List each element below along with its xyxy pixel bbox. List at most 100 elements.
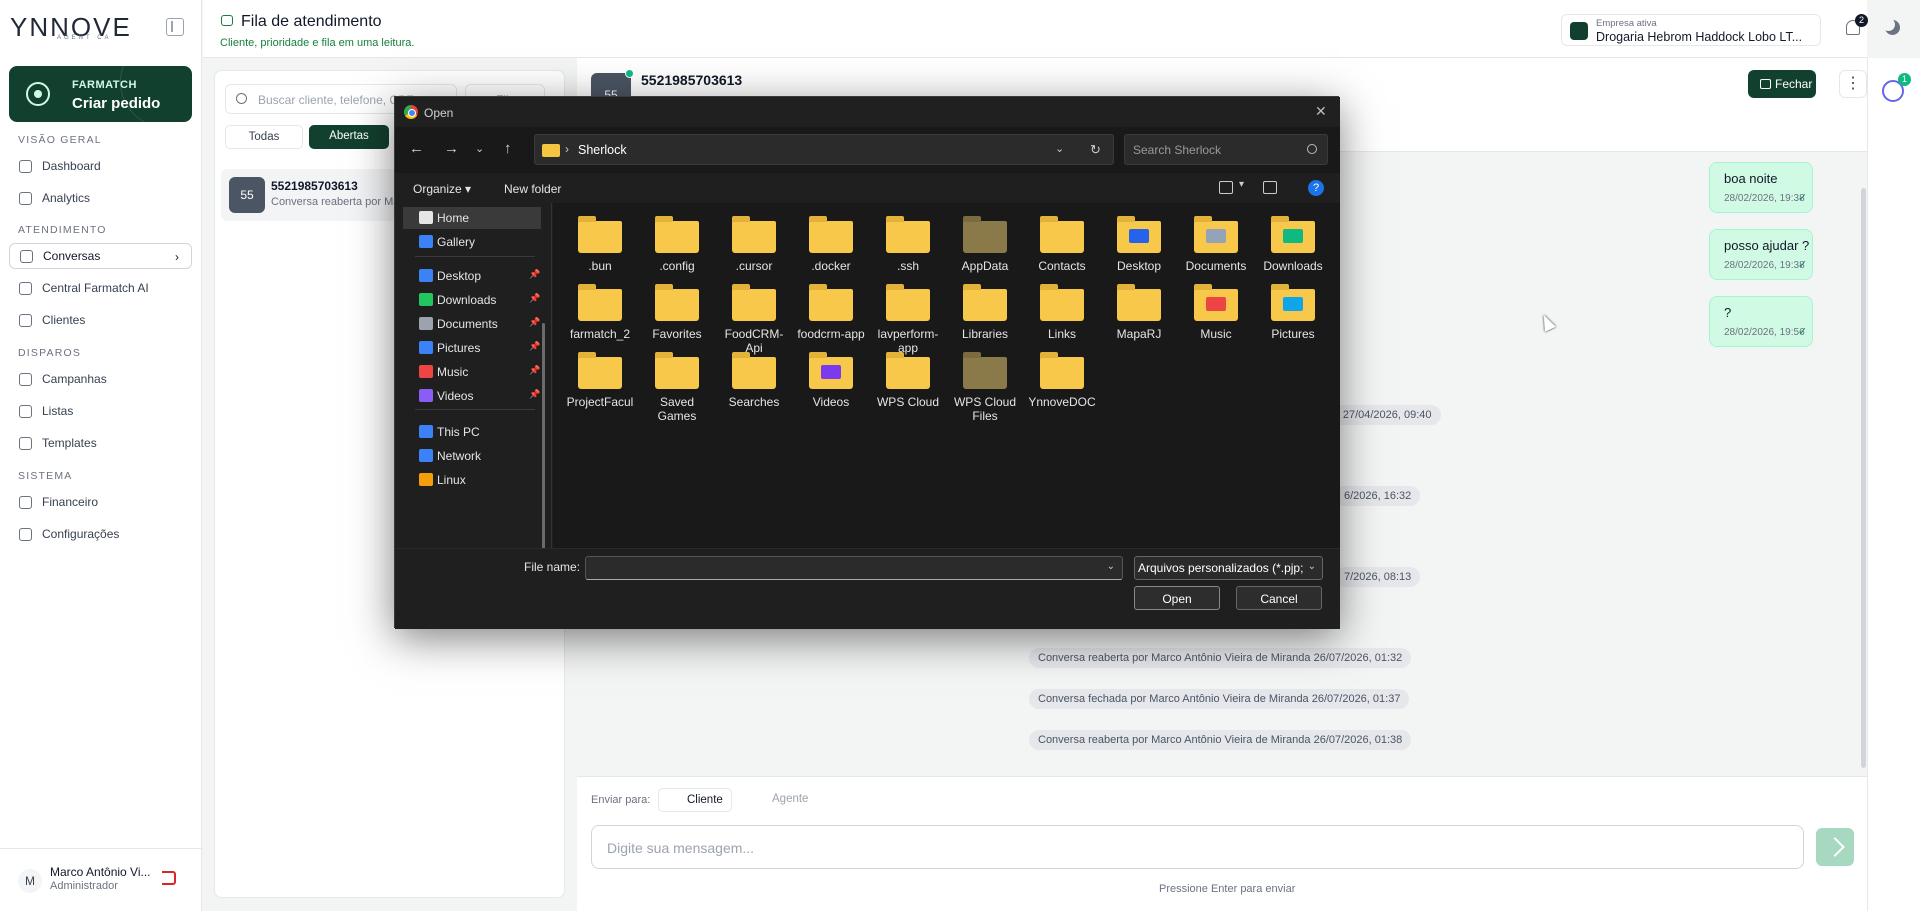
chevron-down-icon[interactable]: ⌄	[1055, 142, 1064, 155]
avatar[interactable]: M	[18, 869, 42, 893]
file-item[interactable]: WPS Cloud	[872, 352, 944, 409]
file-item[interactable]: Desktop	[1103, 216, 1175, 273]
desktop-icon	[419, 269, 433, 282]
sidebar-item-dashboard[interactable]: Dashboard	[9, 153, 192, 179]
preview-pane-icon[interactable]	[1263, 181, 1277, 194]
file-item[interactable]: Libraries	[949, 284, 1021, 341]
dialog-titlebar[interactable]: Open ✕	[395, 97, 1340, 127]
conversation-avatar: 55	[229, 177, 265, 213]
collapse-sidebar-icon[interactable]	[166, 18, 184, 36]
file-item[interactable]: lavperform-app	[872, 284, 944, 355]
file-item[interactable]: .config	[641, 216, 713, 273]
file-type-select[interactable]: Arquivos personalizados (*.pjp; ⌄	[1134, 556, 1323, 580]
search-input[interactable]: Search Sherlock	[1124, 134, 1328, 165]
file-item[interactable]: Music	[1180, 284, 1252, 341]
message-bubble: ? 28/02/2026, 19:56 ✓	[1709, 296, 1813, 347]
view-mode-icon[interactable]	[1219, 181, 1233, 194]
more-options-icon[interactable]: ⋮	[1839, 70, 1867, 98]
sidebar-item-analytics[interactable]: Analytics	[9, 185, 192, 211]
criar-pedido-button[interactable]: FARMATCH Criar pedido	[9, 66, 192, 122]
nav-item-gallery[interactable]: Gallery	[403, 231, 541, 253]
file-item[interactable]: Contacts	[1026, 216, 1098, 273]
back-icon[interactable]: ←	[409, 140, 424, 157]
sidebar-item-templates[interactable]: Templates	[9, 430, 192, 456]
up-icon[interactable]: ↑	[504, 140, 512, 157]
folder-icon	[1271, 216, 1315, 253]
nav-item-music[interactable]: Music 📌	[403, 361, 541, 383]
assistant-badge: 1	[1898, 73, 1911, 86]
file-item[interactable]: .cursor	[718, 216, 790, 273]
file-item[interactable]: foodcrm-app	[795, 284, 867, 341]
nav-item-downloads[interactable]: Downloads 📌	[403, 289, 541, 311]
organize-menu[interactable]: Organize ▾	[413, 182, 471, 196]
send-to-agente-toggle[interactable]: Agente	[744, 788, 814, 812]
folder-icon	[1117, 284, 1161, 321]
file-item[interactable]: Downloads	[1257, 216, 1329, 273]
close-icon[interactable]: ✕	[1315, 103, 1327, 120]
file-item[interactable]: FoodCRM-Api	[718, 284, 790, 355]
folder-icon	[809, 216, 853, 253]
message-input[interactable]: Digite sua mensagem...	[591, 825, 1804, 869]
nav-item-this-pc[interactable]: This PC	[403, 421, 541, 443]
sidebar-item-campanhas[interactable]: Campanhas	[9, 366, 192, 392]
moon-icon[interactable]	[1885, 20, 1900, 35]
file-item[interactable]: YnnoveDOC	[1026, 352, 1098, 409]
file-name: Contacts	[1038, 259, 1086, 273]
file-item[interactable]: .docker	[795, 216, 867, 273]
nav-item-documents[interactable]: Documents 📌	[403, 313, 541, 335]
file-item[interactable]: AppData	[949, 216, 1021, 273]
nav-item-pictures[interactable]: Pictures 📌	[403, 337, 541, 359]
file-item[interactable]: farmatch_2	[564, 284, 636, 341]
breadcrumb[interactable]: Sherlock	[578, 143, 627, 157]
chevron-down-icon[interactable]: ⌄	[1107, 561, 1115, 572]
nav-item-videos[interactable]: Videos 📌	[403, 385, 541, 407]
chat-scrollbar[interactable]	[1861, 188, 1866, 768]
tab-abertas[interactable]: Abertas	[309, 125, 389, 149]
recent-dropdown-icon[interactable]: ⌄	[475, 142, 484, 155]
file-item[interactable]: WPS Cloud Files	[949, 352, 1021, 423]
help-icon[interactable]: ?	[1308, 180, 1324, 196]
nav-item-linux[interactable]: Linux	[403, 469, 541, 491]
file-item[interactable]: Documents	[1180, 216, 1252, 273]
nav-item-desktop[interactable]: Desktop 📌	[403, 265, 541, 287]
tab-todas[interactable]: Todas	[225, 125, 303, 149]
gear-icon	[19, 527, 32, 541]
file-name: .docker	[811, 259, 851, 273]
logout-icon[interactable]	[162, 871, 176, 885]
file-item[interactable]: MapaRJ	[1103, 284, 1175, 341]
new-folder-button[interactable]: New folder	[504, 182, 561, 196]
empresa-selector[interactable]: Empresa ativa Drogaria Hebrom Haddock Lo…	[1561, 14, 1821, 46]
file-name: lavperform-app	[877, 327, 939, 355]
sidebar-item-clientes[interactable]: Clientes	[9, 307, 192, 333]
sidebar-item-conversas[interactable]: Conversas ›	[9, 243, 192, 269]
nav-item-home[interactable]: Home	[403, 207, 541, 229]
file-item[interactable]: Favorites	[641, 284, 713, 341]
nav-item-network[interactable]: Network	[403, 445, 541, 467]
sidebar-item-listas[interactable]: Listas	[9, 398, 192, 424]
file-name: Saved Games	[657, 395, 697, 423]
file-item[interactable]: Links	[1026, 284, 1098, 341]
sidebar-item-central-farmatch[interactable]: Central Farmatch AI	[9, 275, 192, 301]
file-item[interactable]: ProjectFacul	[564, 352, 636, 409]
file-name-input[interactable]: ⌄	[585, 556, 1123, 580]
forward-icon[interactable]: →	[444, 140, 459, 157]
file-item[interactable]: Pictures	[1257, 284, 1329, 341]
card-icon	[19, 495, 32, 509]
refresh-icon[interactable]: ↻	[1090, 142, 1101, 158]
address-bar[interactable]: › Sherlock ⌄ ↻	[534, 134, 1114, 165]
file-item[interactable]: Searches	[718, 352, 790, 409]
open-button[interactable]: Open	[1134, 586, 1220, 610]
sidebar-item-financeiro[interactable]: Financeiro	[9, 489, 192, 515]
file-item[interactable]: .ssh	[872, 216, 944, 273]
send-button[interactable]	[1816, 828, 1854, 866]
view-dropdown-icon[interactable]: ▾	[1239, 179, 1244, 190]
sidebar-item-configuracoes[interactable]: Configurações	[9, 521, 192, 547]
file-item[interactable]: Saved Games	[641, 352, 713, 423]
close-conversation-button[interactable]: Fechar	[1748, 70, 1816, 98]
file-item[interactable]: Videos	[795, 352, 867, 409]
brand-logo[interactable]: YNNOVE AGENT CA	[10, 8, 140, 46]
cancel-button[interactable]: Cancel	[1236, 586, 1322, 610]
folder-icon	[732, 284, 776, 321]
file-item[interactable]: .bun	[564, 216, 636, 273]
send-to-cliente-toggle[interactable]: Cliente	[658, 788, 732, 812]
